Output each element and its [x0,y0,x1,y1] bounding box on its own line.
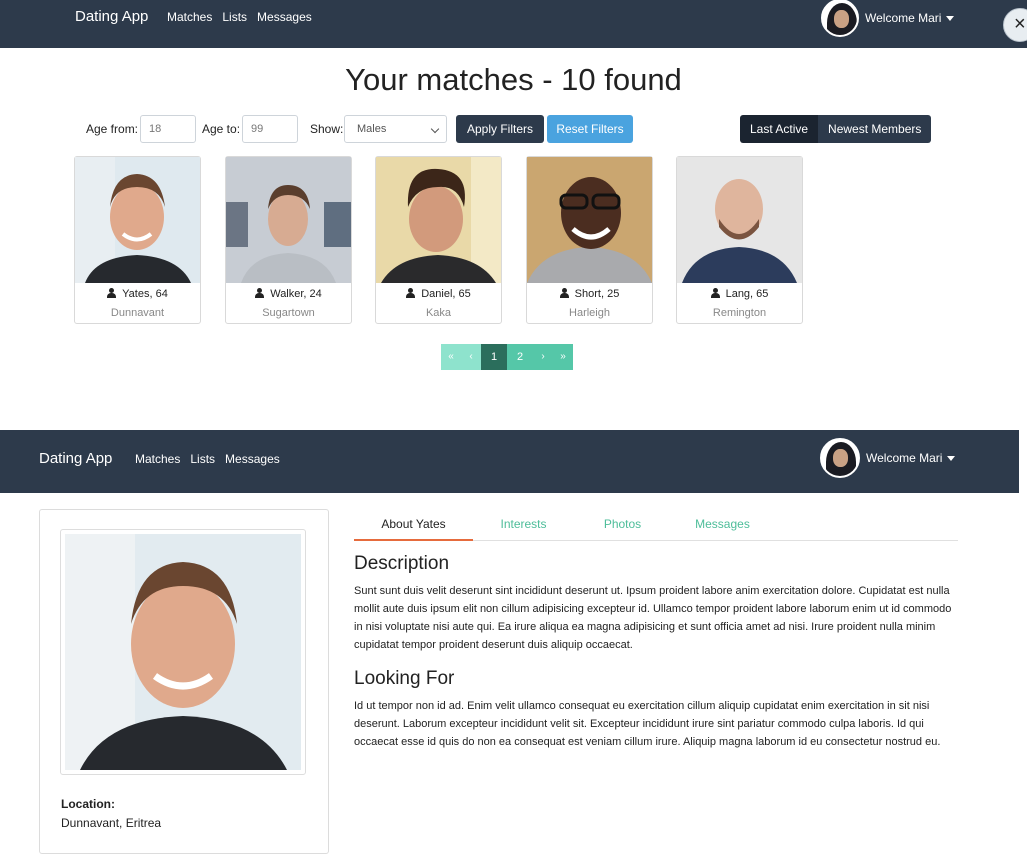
age-from-input[interactable]: 18 [140,115,196,143]
nav-link-matches[interactable]: Matches [167,10,212,24]
looking-for-text: Id ut tempor non id ad. Enim velit ullam… [354,700,941,748]
gender-select-value: Males [357,123,387,135]
member-city: Harleigh [569,307,610,319]
member-name: Lang, 65 [677,288,802,300]
user-welcome-label: Welcome Mari [866,451,943,465]
page-title: Your matches - 10 found [345,62,682,97]
member-card[interactable]: Short, 25 Harleigh [526,156,653,324]
pagination-page-2[interactable]: 2 [507,344,533,370]
tab-messages[interactable]: Messages [671,509,774,541]
description-text: Sunt sunt duis velit deserunt sint incid… [354,585,952,651]
profile-tabs: About Yates Interests Photos Messages [354,509,958,541]
member-card[interactable]: Yates, 64 Dunnavant [74,156,201,324]
tab-about[interactable]: About Yates [354,509,473,541]
pagination-page-1[interactable]: 1 [481,344,507,370]
age-to-input[interactable]: 99 [242,115,298,143]
avatar [820,438,860,478]
avatar [821,0,859,37]
member-city: Sugartown [262,307,315,319]
apply-filters-button[interactable]: Apply Filters [456,115,544,143]
member-name: Short, 25 [527,288,652,300]
nav-links: Matches Lists Messages [135,452,280,466]
nav-link-messages[interactable]: Messages [225,452,280,466]
chevron-down-icon [430,124,440,134]
location-value: Dunnavant, Eritrea [61,816,162,830]
member-card[interactable]: Lang, 65 Remington [676,156,803,324]
person-icon [255,288,265,298]
pagination: « ‹ 1 2 › » [441,344,573,370]
nav-link-lists[interactable]: Lists [190,452,215,466]
nav-link-matches[interactable]: Matches [135,452,180,466]
sort-last-active-button[interactable]: Last Active [740,115,819,143]
member-photo [677,157,802,283]
member-detail-photo [60,529,306,775]
tab-interests[interactable]: Interests [473,509,574,541]
member-photo [226,157,351,283]
member-card[interactable]: Daniel, 65 Kaka [375,156,502,324]
sort-newest-button[interactable]: Newest Members [818,115,932,143]
nav-links: Matches Lists Messages [167,10,312,24]
brand-link[interactable]: Dating App [75,8,148,25]
caret-down-icon [947,455,956,461]
pagination-first[interactable]: « [441,344,461,370]
user-menu-toggle[interactable]: Welcome Mari [820,438,956,478]
user-welcome-label: Welcome Mari [865,11,942,25]
sort-button-group: Last Active Newest Members [740,115,932,143]
person-icon [406,288,416,298]
member-city: Dunnavant [110,307,165,319]
pagination-last[interactable]: » [553,344,573,370]
member-city: Kaka [425,307,452,319]
age-to-label: Age to: [202,122,241,136]
member-photo [527,157,652,283]
gender-select[interactable]: Males [344,115,447,143]
caret-down-icon [946,15,955,21]
description-heading: Description [354,553,450,574]
reset-filters-button[interactable]: Reset Filters [547,115,633,143]
nav-link-lists[interactable]: Lists [222,10,247,24]
member-city: Remington [712,307,767,319]
user-menu-toggle[interactable]: Welcome Mari [821,0,955,37]
top-navbar: Dating App Matches Lists Messages Welcom… [0,0,1027,48]
member-photo [75,157,200,283]
nav-link-messages[interactable]: Messages [257,10,312,24]
tab-photos[interactable]: Photos [574,509,671,541]
member-name: Yates, 64 [75,288,200,300]
looking-for-heading: Looking For [354,668,455,689]
brand-link[interactable]: Dating App [39,450,112,467]
member-card[interactable]: Walker, 24 Sugartown [225,156,352,324]
person-icon [107,288,117,298]
person-icon [559,288,569,298]
member-photo [376,157,501,283]
age-from-label: Age from: [86,122,139,136]
pagination-next[interactable]: › [533,344,553,370]
member-name: Daniel, 65 [376,288,501,300]
detail-navbar: Dating App Matches Lists Messages Welcom… [0,430,1019,493]
member-name: Walker, 24 [226,288,351,300]
show-label: Show: [310,122,344,136]
person-icon [710,288,720,298]
location-label: Location: [61,797,115,811]
pagination-prev[interactable]: ‹ [461,344,481,370]
